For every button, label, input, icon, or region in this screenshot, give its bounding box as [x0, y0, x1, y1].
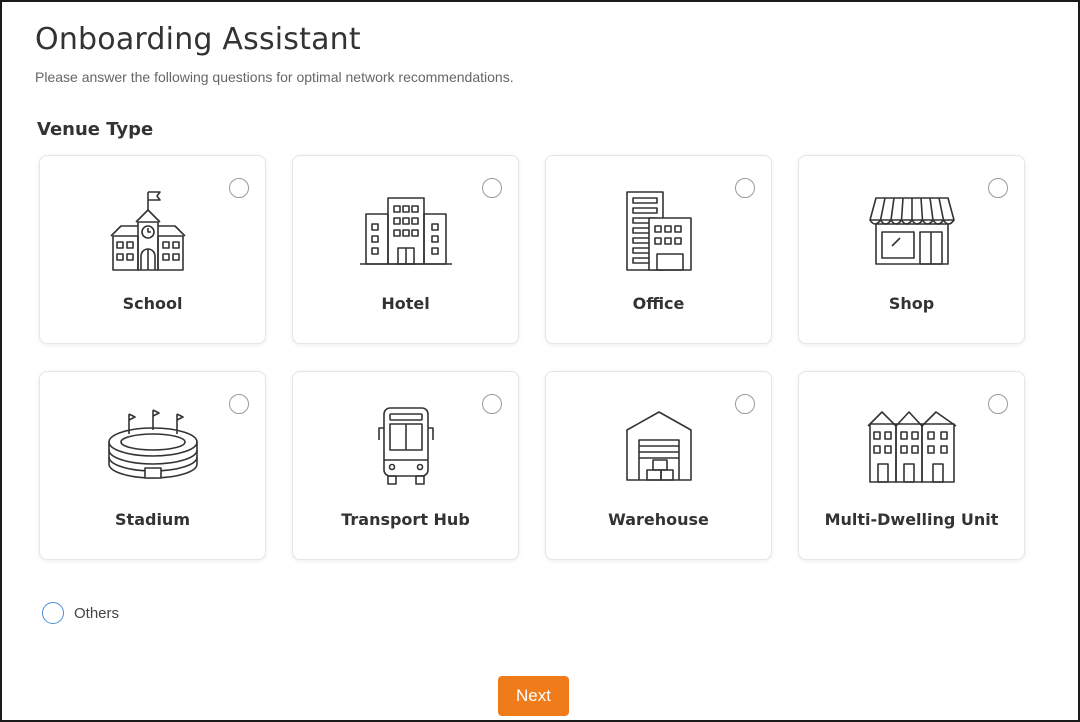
others-option[interactable]: Others — [42, 602, 119, 624]
bus-icon — [356, 404, 456, 490]
venue-radio-warehouse[interactable] — [735, 394, 755, 414]
venue-label: School — [122, 294, 183, 313]
section-title-venue-type: Venue Type — [37, 119, 154, 140]
venue-card-shop[interactable]: Shop — [798, 155, 1025, 344]
page-subtitle: Please answer the following questions fo… — [35, 69, 514, 85]
office-icon — [609, 188, 709, 274]
venue-label: Warehouse — [608, 510, 709, 529]
venue-card-office[interactable]: Office — [545, 155, 772, 344]
venue-label: Stadium — [115, 510, 190, 529]
apartment-icon — [862, 404, 962, 490]
venue-radio-multi-dwelling-unit[interactable] — [988, 394, 1008, 414]
venue-card-stadium[interactable]: Stadium — [39, 371, 266, 560]
school-icon — [103, 188, 203, 274]
others-label: Others — [74, 604, 120, 622]
warehouse-icon — [609, 404, 709, 490]
next-button[interactable]: Next — [498, 676, 569, 716]
shop-icon — [862, 188, 962, 274]
venue-label: Shop — [888, 294, 935, 313]
venue-label: Transport Hub — [341, 510, 470, 529]
venue-radio-transport-hub[interactable] — [482, 394, 502, 414]
venue-radio-school[interactable] — [229, 178, 249, 198]
hotel-icon — [356, 188, 456, 274]
venue-label: Office — [632, 294, 685, 313]
venue-radio-stadium[interactable] — [229, 394, 249, 414]
venue-label: Multi-Dwelling Unit — [824, 510, 999, 529]
page-title: Onboarding Assistant — [35, 22, 361, 57]
venue-label: Hotel — [381, 294, 430, 313]
venue-card-warehouse[interactable]: Warehouse — [545, 371, 772, 560]
venue-radio-hotel[interactable] — [482, 178, 502, 198]
onboarding-window: Onboarding Assistant Please answer the f… — [0, 0, 1080, 722]
venue-card-transport-hub[interactable]: Transport Hub — [292, 371, 519, 560]
venue-radio-office[interactable] — [735, 178, 755, 198]
venue-type-grid: School Hotel Office Shop Stadium Transpo… — [39, 155, 1025, 560]
venue-card-hotel[interactable]: Hotel — [292, 155, 519, 344]
others-radio[interactable] — [42, 602, 64, 624]
venue-card-school[interactable]: School — [39, 155, 266, 344]
venue-card-multi-dwelling-unit[interactable]: Multi-Dwelling Unit — [798, 371, 1025, 560]
venue-radio-shop[interactable] — [988, 178, 1008, 198]
stadium-icon — [103, 404, 203, 490]
